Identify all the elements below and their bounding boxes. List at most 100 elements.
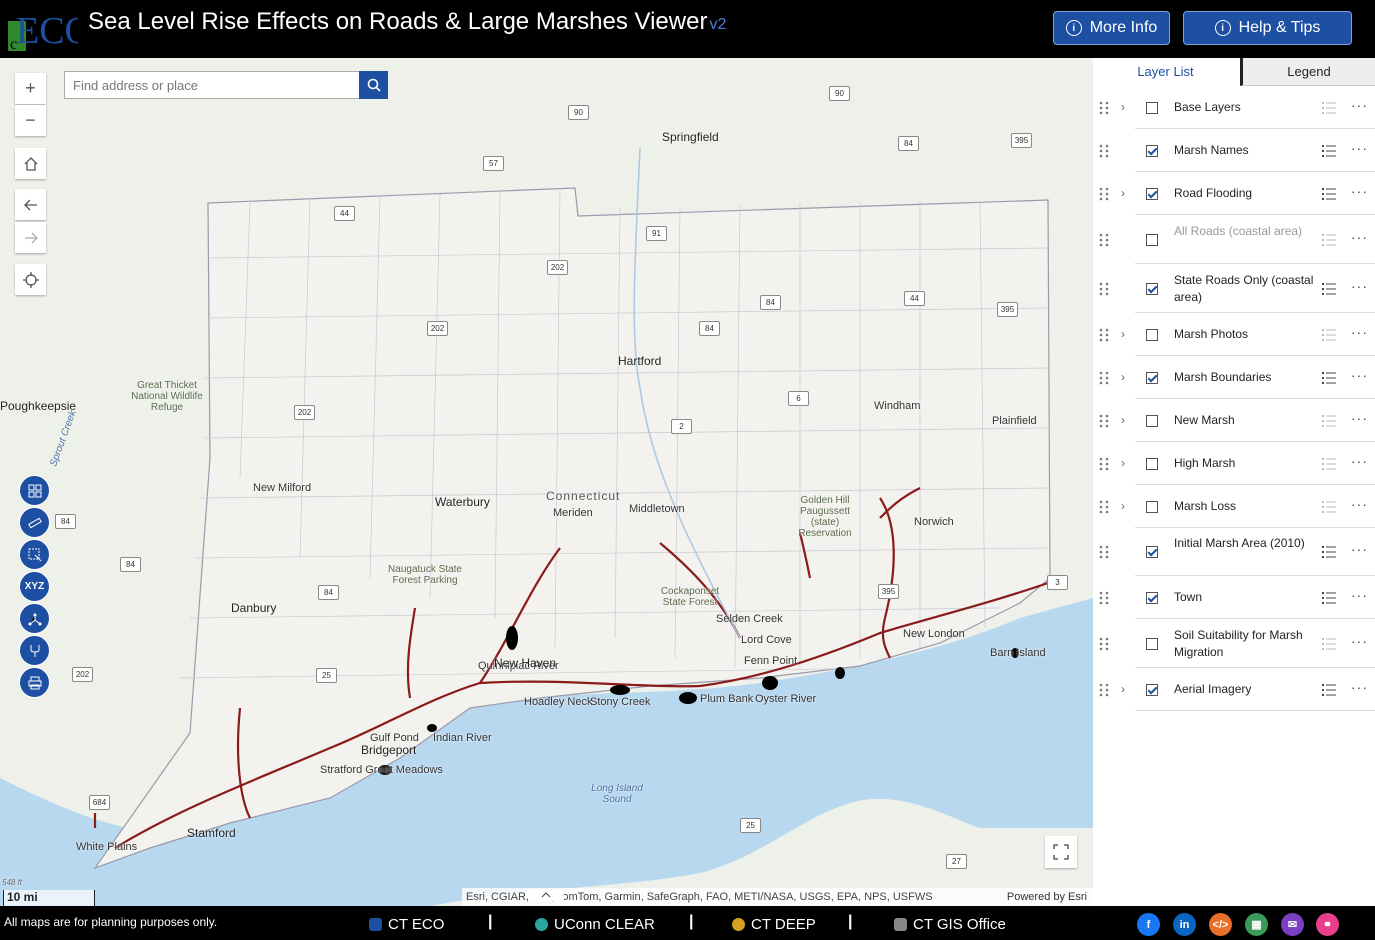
layer-options-icon[interactable]: ···	[1351, 541, 1368, 557]
chevron-right-icon[interactable]: ›	[1121, 456, 1125, 470]
qr-icon[interactable]: ▦	[1245, 913, 1268, 936]
legend-list-icon[interactable]	[1322, 591, 1336, 605]
zoom-out-button[interactable]: −	[15, 105, 46, 136]
layer-visibility-checkbox[interactable]	[1146, 546, 1158, 558]
select-button[interactable]	[19, 539, 50, 570]
layer-visibility-checkbox[interactable]	[1146, 414, 1158, 427]
layer-visibility-checkbox[interactable]	[1146, 637, 1158, 650]
chevron-right-icon[interactable]: ›	[1121, 327, 1125, 341]
layer-visibility-checkbox[interactable]	[1146, 328, 1158, 341]
drag-handle-icon[interactable]	[1099, 233, 1109, 247]
layer-options-icon[interactable]: ···	[1351, 496, 1368, 512]
layer-row[interactable]: Town ···	[1093, 576, 1375, 619]
layer-row[interactable]: Marsh Names ···	[1093, 129, 1375, 172]
drag-handle-icon[interactable]	[1099, 591, 1109, 605]
layer-visibility-checkbox[interactable]	[1146, 101, 1158, 114]
drag-handle-icon[interactable]	[1099, 545, 1109, 559]
layer-options-icon[interactable]: ···	[1351, 140, 1368, 156]
previous-extent-button[interactable]	[15, 189, 46, 220]
footer-link-uconn-clear[interactable]: UConn CLEAR	[535, 916, 655, 933]
legend-list-icon[interactable]	[1322, 187, 1336, 201]
help-tips-button[interactable]: i Help & Tips	[1183, 11, 1352, 45]
layer-options-icon[interactable]: ···	[1351, 679, 1368, 695]
layer-visibility-checkbox[interactable]	[1146, 144, 1158, 157]
layer-visibility-checkbox[interactable]	[1146, 282, 1158, 295]
layer-options-icon[interactable]: ···	[1351, 633, 1368, 649]
layer-options-icon[interactable]: ···	[1351, 97, 1368, 113]
layer-row[interactable]: › Road Flooding ···	[1093, 172, 1375, 215]
layer-row[interactable]: › Marsh Loss ···	[1093, 485, 1375, 528]
legend-list-icon[interactable]	[1322, 457, 1336, 471]
powered-by-esri[interactable]: Powered by Esri	[1007, 891, 1087, 903]
drag-handle-icon[interactable]	[1099, 144, 1109, 158]
layer-options-icon[interactable]: ···	[1351, 183, 1368, 199]
zoom-in-button[interactable]: +	[15, 73, 46, 104]
drag-handle-icon[interactable]	[1099, 371, 1109, 385]
layer-visibility-checkbox[interactable]	[1146, 233, 1158, 246]
footer-link-ct-eco[interactable]: CT ECO	[369, 916, 444, 933]
drag-handle-icon[interactable]	[1099, 683, 1109, 697]
legend-list-icon[interactable]	[1322, 500, 1336, 514]
layer-row[interactable]: Initial Marsh Area (2010) ···	[1093, 528, 1375, 576]
chevron-right-icon[interactable]: ›	[1121, 370, 1125, 384]
basemap-gallery-button[interactable]	[19, 475, 50, 506]
locate-button[interactable]	[15, 264, 46, 295]
layer-visibility-checkbox[interactable]	[1146, 500, 1158, 513]
layer-options-icon[interactable]: ···	[1351, 453, 1368, 469]
drag-handle-icon[interactable]	[1099, 414, 1109, 428]
email-icon[interactable]: ✉	[1281, 913, 1304, 936]
layer-row[interactable]: › High Marsh ···	[1093, 442, 1375, 485]
tab-layer-list[interactable]: Layer List	[1093, 58, 1238, 86]
drag-handle-icon[interactable]	[1099, 328, 1109, 342]
layer-visibility-checkbox[interactable]	[1146, 591, 1158, 604]
drag-handle-icon[interactable]	[1099, 457, 1109, 471]
search-widget[interactable]: Find address or place	[64, 71, 388, 99]
chevron-right-icon[interactable]: ›	[1121, 100, 1125, 114]
measure-button[interactable]	[19, 507, 50, 538]
layer-visibility-checkbox[interactable]	[1146, 371, 1158, 384]
facebook-icon[interactable]: f	[1137, 913, 1160, 936]
layer-row[interactable]: Soil Suitability for Marsh Migration ···	[1093, 619, 1375, 668]
code-icon[interactable]: </>	[1209, 913, 1232, 936]
layer-row[interactable]: All Roads (coastal area) ···	[1093, 215, 1375, 264]
drag-handle-icon[interactable]	[1099, 101, 1109, 115]
coordinate-button[interactable]: XYZ	[19, 571, 50, 602]
legend-list-icon[interactable]	[1322, 282, 1336, 296]
legend-list-icon[interactable]	[1322, 101, 1336, 115]
layer-row[interactable]: State Roads Only (coastal area) ···	[1093, 264, 1375, 313]
fullscreen-button[interactable]	[1045, 836, 1077, 868]
legend-list-icon[interactable]	[1322, 328, 1336, 342]
legend-list-icon[interactable]	[1322, 414, 1336, 428]
layer-visibility-checkbox[interactable]	[1146, 187, 1158, 200]
drag-handle-icon[interactable]	[1099, 187, 1109, 201]
layer-options-icon[interactable]: ···	[1351, 229, 1368, 245]
link-icon[interactable]: ⚭	[1316, 913, 1339, 936]
legend-list-icon[interactable]	[1322, 683, 1336, 697]
drag-handle-icon[interactable]	[1099, 637, 1109, 651]
layer-row[interactable]: › Aerial Imagery ···	[1093, 668, 1375, 711]
layer-row[interactable]: › Base Layers ···	[1093, 86, 1375, 129]
linkedin-icon[interactable]: in	[1173, 913, 1196, 936]
legend-list-icon[interactable]	[1322, 233, 1336, 247]
map-view[interactable]: Find address or place + − XYZ Springfiel…	[0, 58, 1093, 906]
more-info-button[interactable]: i More Info	[1053, 11, 1170, 45]
chevron-right-icon[interactable]: ›	[1121, 499, 1125, 513]
layer-options-icon[interactable]: ···	[1351, 324, 1368, 340]
home-button[interactable]	[15, 148, 46, 179]
legend-list-icon[interactable]	[1322, 371, 1336, 385]
legend-list-icon[interactable]	[1322, 144, 1336, 158]
next-extent-button[interactable]	[15, 222, 46, 253]
layer-visibility-checkbox[interactable]	[1146, 683, 1158, 696]
layer-options-icon[interactable]: ···	[1351, 587, 1368, 603]
search-button[interactable]	[359, 71, 388, 99]
chevron-right-icon[interactable]: ›	[1121, 186, 1125, 200]
footer-link-ct-gis-office[interactable]: CT GIS Office	[894, 916, 1006, 933]
layer-row[interactable]: › New Marsh ···	[1093, 399, 1375, 442]
share-button[interactable]	[19, 603, 50, 634]
legend-list-icon[interactable]	[1322, 545, 1336, 559]
drag-handle-icon[interactable]	[1099, 500, 1109, 514]
tab-legend[interactable]: Legend	[1240, 58, 1375, 86]
chevron-right-icon[interactable]: ›	[1121, 413, 1125, 427]
layer-options-icon[interactable]: ···	[1351, 367, 1368, 383]
layer-visibility-checkbox[interactable]	[1146, 457, 1158, 470]
